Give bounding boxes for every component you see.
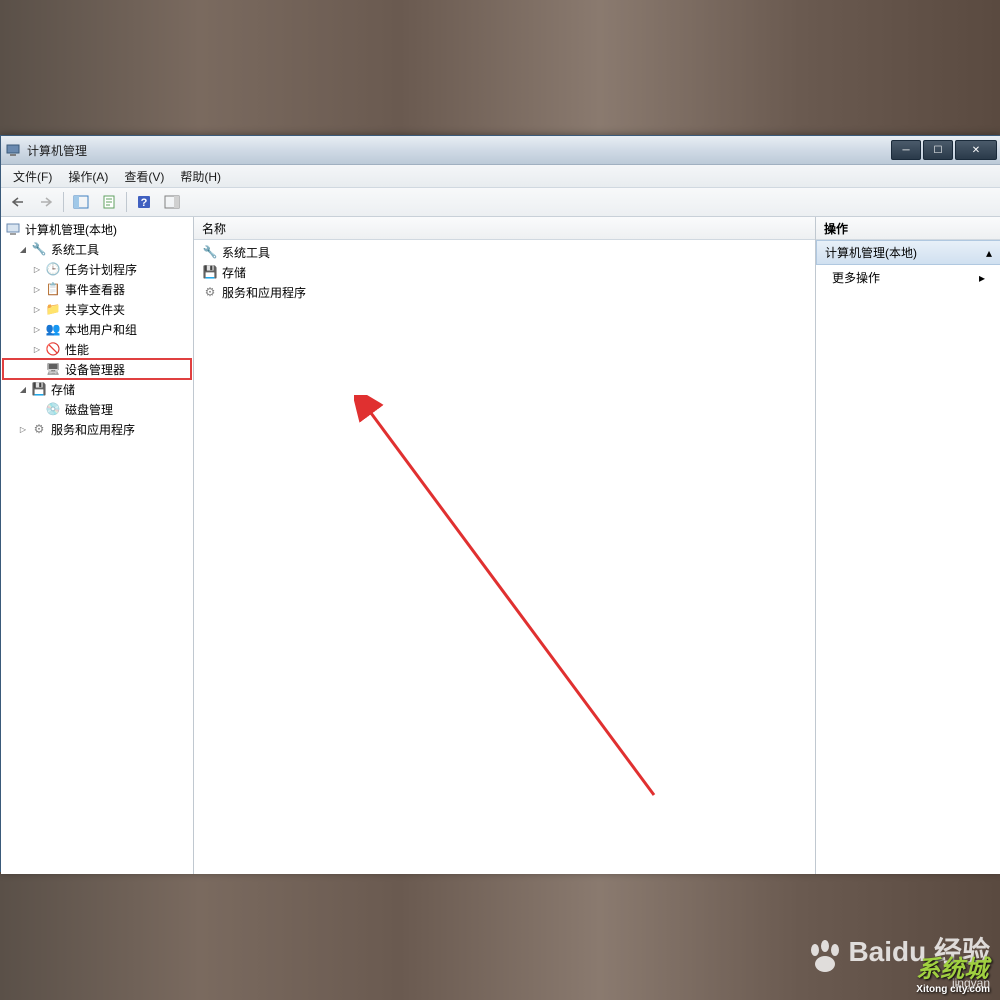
tree-panel[interactable]: 计算机管理(本地) ◢ 🔧 系统工具 ▷ 🕒 任务计划程序 ▷ 📋 事件查看器 … — [1, 217, 194, 874]
tree-disk-management-label: 磁盘管理 — [65, 401, 113, 418]
tree-root[interactable]: 计算机管理(本地) — [3, 219, 191, 239]
action-group-label: 计算机管理(本地) — [825, 244, 917, 261]
tree-shared-folders[interactable]: ▷ 📁 共享文件夹 — [3, 299, 191, 319]
tree-storage-label: 存储 — [51, 381, 75, 398]
titlebar[interactable]: 计算机管理 ─ ☐ ✕ — [1, 136, 1000, 165]
device-icon: 🖥 — [45, 361, 61, 377]
action-item-label: 更多操作 — [832, 269, 880, 286]
properties-button[interactable] — [96, 190, 122, 214]
tree-shared-folders-label: 共享文件夹 — [65, 301, 125, 318]
tree-task-scheduler[interactable]: ▷ 🕒 任务计划程序 — [3, 259, 191, 279]
list-item-label: 服务和应用程序 — [222, 284, 306, 301]
collapse-icon[interactable]: ◢ — [17, 243, 29, 255]
tree-local-users-label: 本地用户和组 — [65, 321, 137, 338]
back-button[interactable] — [5, 190, 31, 214]
server-icon — [5, 221, 21, 237]
tree-local-users[interactable]: ▷ 👥 本地用户和组 — [3, 319, 191, 339]
list-item-label: 系统工具 — [222, 244, 270, 261]
paw-icon — [805, 940, 845, 976]
tree-task-scheduler-label: 任务计划程序 — [65, 261, 137, 278]
services-icon: ⚙ — [202, 284, 218, 300]
list-item[interactable]: 🔧 系统工具 — [198, 242, 811, 262]
annotation-arrow — [354, 395, 674, 815]
computer-management-window: 计算机管理 ─ ☐ ✕ 文件(F) 操作(A) 查看(V) 帮助(H) ? 计算… — [0, 135, 1000, 872]
maximize-button[interactable]: ☐ — [923, 140, 953, 160]
toolbar-separator — [63, 192, 64, 212]
window-controls: ─ ☐ ✕ — [891, 140, 997, 160]
action-panel: 操作 计算机管理(本地) ▴ 更多操作 ▸ — [816, 217, 1000, 874]
app-icon — [5, 142, 21, 158]
help-button[interactable]: ? — [131, 190, 157, 214]
close-button[interactable]: ✕ — [955, 140, 997, 160]
show-hide-tree-button[interactable] — [68, 190, 94, 214]
menu-view[interactable]: 查看(V) — [116, 166, 172, 187]
window-title: 计算机管理 — [27, 142, 891, 159]
expand-icon[interactable]: ▷ — [17, 423, 29, 435]
expand-icon[interactable]: ▷ — [31, 263, 43, 275]
tools-icon: 🔧 — [202, 244, 218, 260]
tree-performance[interactable]: ▷ 🚫 性能 — [3, 339, 191, 359]
expand-icon[interactable]: ▷ — [31, 283, 43, 295]
tree-services-apps-label: 服务和应用程序 — [51, 421, 135, 438]
folder-share-icon: 📁 — [45, 301, 61, 317]
tree-disk-management[interactable]: 💿 磁盘管理 — [3, 399, 191, 419]
submenu-arrow-icon: ▸ — [979, 271, 985, 285]
users-icon: 👥 — [45, 321, 61, 337]
collapse-icon[interactable]: ◢ — [17, 383, 29, 395]
expand-spacer — [31, 363, 43, 375]
list-item[interactable]: ⚙ 服务和应用程序 — [198, 282, 811, 302]
collapse-triangle-icon[interactable]: ▴ — [986, 246, 992, 260]
storage-icon: 💾 — [31, 381, 47, 397]
show-action-pane-button[interactable] — [159, 190, 185, 214]
minimize-button[interactable]: ─ — [891, 140, 921, 160]
list-body[interactable]: 🔧 系统工具 💾 存储 ⚙ 服务和应用程序 — [194, 240, 815, 874]
toolbar: ? — [1, 188, 1000, 217]
svg-text:?: ? — [141, 197, 148, 209]
tree-system-tools-label: 系统工具 — [51, 241, 99, 258]
expand-icon[interactable]: ▷ — [31, 303, 43, 315]
expand-spacer — [31, 403, 43, 415]
tree-event-viewer[interactable]: ▷ 📋 事件查看器 — [3, 279, 191, 299]
tree-event-viewer-label: 事件查看器 — [65, 281, 125, 298]
menu-action[interactable]: 操作(A) — [60, 166, 116, 187]
disk-icon: 💿 — [45, 401, 61, 417]
tree-services-apps[interactable]: ▷ ⚙ 服务和应用程序 — [3, 419, 191, 439]
performance-icon: 🚫 — [45, 341, 61, 357]
tree-device-manager[interactable]: 🖥 设备管理器 — [3, 359, 191, 379]
content-area: 计算机管理(本地) ◢ 🔧 系统工具 ▷ 🕒 任务计划程序 ▷ 📋 事件查看器 … — [1, 217, 1000, 874]
storage-icon: 💾 — [202, 264, 218, 280]
action-group-title[interactable]: 计算机管理(本地) ▴ — [816, 240, 1000, 265]
menu-file[interactable]: 文件(F) — [5, 166, 60, 187]
action-panel-header: 操作 — [816, 217, 1000, 240]
list-panel: 名称 🔧 系统工具 💾 存储 ⚙ 服务和应用程序 — [194, 217, 816, 874]
watermark-xitongcity: 系统城 Xitong city.com — [916, 949, 990, 995]
event-icon: 📋 — [45, 281, 61, 297]
list-item-label: 存储 — [222, 264, 246, 281]
tree-device-manager-label: 设备管理器 — [65, 361, 125, 378]
menubar: 文件(F) 操作(A) 查看(V) 帮助(H) — [1, 165, 1000, 188]
watermark2-sub: Xitong city.com — [916, 984, 990, 995]
tree-root-label: 计算机管理(本地) — [25, 221, 117, 238]
tree-system-tools[interactable]: ◢ 🔧 系统工具 — [3, 239, 191, 259]
toolbar-separator — [126, 192, 127, 212]
list-header-name: 名称 — [202, 220, 226, 237]
clock-icon: 🕒 — [45, 261, 61, 277]
tools-icon: 🔧 — [31, 241, 47, 257]
expand-icon[interactable]: ▷ — [31, 343, 43, 355]
forward-button[interactable] — [33, 190, 59, 214]
tree-storage[interactable]: ◢ 💾 存储 — [3, 379, 191, 399]
list-item[interactable]: 💾 存储 — [198, 262, 811, 282]
menu-help[interactable]: 帮助(H) — [172, 166, 229, 187]
list-column-header[interactable]: 名称 — [194, 217, 815, 240]
action-more-actions[interactable]: 更多操作 ▸ — [816, 265, 1000, 290]
expand-icon[interactable]: ▷ — [31, 323, 43, 335]
watermark2-brand: 系统城 — [916, 956, 988, 983]
services-icon: ⚙ — [31, 421, 47, 437]
tree-performance-label: 性能 — [65, 341, 89, 358]
